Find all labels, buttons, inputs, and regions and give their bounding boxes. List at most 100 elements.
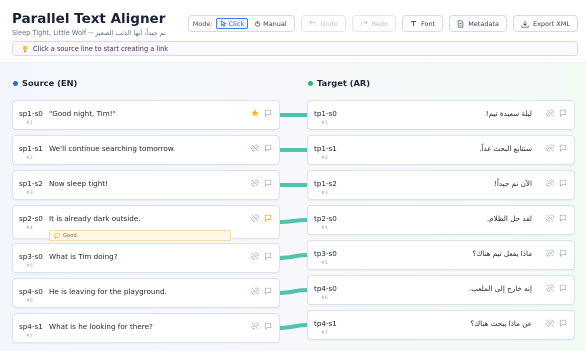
app-subtitle: Sleep Tight, Little Wolf -- نم جيداً، أي… <box>12 29 166 37</box>
app-header: Parallel Text Aligner Sleep Tight, Littl… <box>0 0 586 62</box>
source-line-id: sp4-s1 <box>19 322 43 331</box>
source-line-text: We'll continue searching tomorrow. <box>49 144 176 153</box>
target-line-actions <box>546 284 567 292</box>
comment-icon[interactable] <box>264 109 272 117</box>
source-line-text: "Good night, Tim!" <box>49 109 116 118</box>
target-line-actions <box>546 319 567 327</box>
redo-icon <box>360 20 368 26</box>
font-icon <box>411 20 416 27</box>
target-line-actions <box>546 179 567 187</box>
star-icon[interactable] <box>251 109 259 117</box>
target-line-id: tp4-s1 <box>314 319 337 328</box>
source-line-card[interactable]: sp1-s2 #3 Now sleep tight! <box>12 170 280 200</box>
alignment-link[interactable] <box>278 218 309 224</box>
source-line-actions <box>251 252 272 260</box>
target-line-text: عن ماذا يبحث هناك؟ <box>470 319 532 328</box>
target-line-actions <box>546 249 567 257</box>
unlink-icon[interactable] <box>546 144 554 152</box>
target-line-number: #5 <box>321 261 328 266</box>
target-line-card[interactable]: tp1-s1 #2 سنتابع البحث غداً. <box>307 135 575 165</box>
comment-icon[interactable] <box>559 319 567 327</box>
source-line-number: #4 <box>26 226 33 231</box>
target-line-text: ماذا يفعل تيم هناك؟ <box>472 249 532 258</box>
comment-icon[interactable] <box>559 214 567 222</box>
target-line-id: tp2-s0 <box>314 214 337 223</box>
mode-click-button[interactable]: Click <box>215 18 249 29</box>
unlink-icon[interactable] <box>546 319 554 327</box>
target-line-card[interactable]: tp3-s0 #5 ماذا يفعل تيم هناك؟ <box>307 240 575 270</box>
mode-manual-button[interactable]: Manual <box>251 18 290 29</box>
unlink-icon[interactable] <box>546 249 554 257</box>
mode-manual-label: Manual <box>263 19 287 28</box>
unlink-icon[interactable] <box>251 214 259 222</box>
target-line-text: الآن نم جيداً! <box>494 179 532 188</box>
target-line-card[interactable]: tp1-s0 #1 ليلة سعيدة تيم! <box>307 100 575 130</box>
comment-icon[interactable] <box>559 284 567 292</box>
alignment-workspace: Source (EN) Target (AR) sp1-s0 #1 "Good ni… <box>0 62 586 351</box>
source-line-number: #7 <box>26 334 33 339</box>
comment-icon[interactable] <box>559 249 567 257</box>
comment-icon[interactable] <box>559 109 567 117</box>
alignment-link[interactable] <box>278 323 309 330</box>
source-line-text: It is already dark outside. <box>49 214 141 223</box>
unlink-icon[interactable] <box>546 214 554 222</box>
source-line-card[interactable]: sp1-s1 #2 We'll continue searching tomorro… <box>12 135 280 165</box>
target-line-card[interactable]: tp4-s1 #7 عن ماذا يبحث هناك؟ <box>307 310 575 340</box>
source-line-number: #1 <box>26 121 33 126</box>
mode-click-label: Click <box>228 19 245 28</box>
undo-icon <box>309 20 317 26</box>
source-line-card[interactable]: sp1-s0 #1 "Good night, Tim!" <box>12 100 280 130</box>
unlink-icon[interactable] <box>546 284 554 292</box>
target-line-number: #3 <box>321 191 328 196</box>
unlink-icon[interactable] <box>251 287 259 295</box>
redo-button[interactable]: Redo <box>351 15 397 32</box>
unlink-icon[interactable] <box>251 144 259 152</box>
comment-icon[interactable] <box>264 287 272 295</box>
unlink-icon[interactable] <box>251 322 259 330</box>
source-line-card[interactable]: sp4-s0 #6 He is leaving for the playground… <box>12 278 280 308</box>
hand-icon <box>255 20 261 27</box>
source-line-id: sp1-s2 <box>19 179 43 188</box>
undo-button[interactable]: Undo <box>300 15 346 32</box>
target-line-card[interactable]: tp1-s2 #3 الآن نم جيداً! <box>307 170 575 200</box>
source-line-card[interactable]: sp2-s0 #4 It is already dark outside. Good. <box>12 205 280 241</box>
alignment-link[interactable] <box>278 288 309 295</box>
source-line-card[interactable]: sp4-s1 #7 What is he looking for there? <box>12 313 280 343</box>
target-line-text: إنه خارج إلى الملعب. <box>468 284 532 293</box>
comment-icon[interactable] <box>559 179 567 187</box>
source-line-number: #2 <box>26 156 33 161</box>
source-line-number: #6 <box>26 299 33 304</box>
comment-icon[interactable] <box>264 214 272 222</box>
comment-icon[interactable] <box>264 322 272 330</box>
unlink-icon[interactable] <box>546 109 554 117</box>
alignment-link[interactable] <box>278 253 309 260</box>
hint-banner: Click a source line to start creating a … <box>12 41 578 56</box>
comment-icon[interactable] <box>559 144 567 152</box>
target-line-number: #4 <box>321 226 328 231</box>
source-line-actions <box>251 287 272 295</box>
comment-icon[interactable] <box>264 144 272 152</box>
unlink-icon[interactable] <box>546 179 554 187</box>
source-line-number: #3 <box>26 191 33 196</box>
target-line-card[interactable]: tp2-s0 #4 لقد حل الظلام. <box>307 205 575 235</box>
comment-icon[interactable] <box>264 179 272 187</box>
mode-label: Mode: <box>192 19 213 28</box>
metadata-button[interactable]: Metadata <box>449 15 507 32</box>
source-line-text: What is Tim doing? <box>49 252 118 261</box>
line-note[interactable]: Good. <box>49 230 231 241</box>
source-line-card[interactable]: sp3-s0 #5 What is Tim doing? <box>12 243 280 273</box>
document-icon <box>457 19 464 28</box>
target-line-card[interactable]: tp4-s0 #6 إنه خارج إلى الملعب. <box>307 275 575 305</box>
lightbulb-icon <box>22 45 28 52</box>
target-line-id: tp1-s2 <box>314 179 337 188</box>
source-line-text: What is he looking for there? <box>49 322 153 331</box>
comment-icon[interactable] <box>264 252 272 260</box>
unlink-icon[interactable] <box>251 252 259 260</box>
target-line-number: #6 <box>321 296 328 301</box>
source-line-id: sp2-s0 <box>19 214 43 223</box>
source-line-id: sp3-s0 <box>19 252 43 261</box>
export-xml-button[interactable]: Export XML <box>512 15 578 32</box>
source-line-actions <box>251 179 272 187</box>
font-button[interactable]: Font <box>402 15 444 32</box>
unlink-icon[interactable] <box>251 179 259 187</box>
